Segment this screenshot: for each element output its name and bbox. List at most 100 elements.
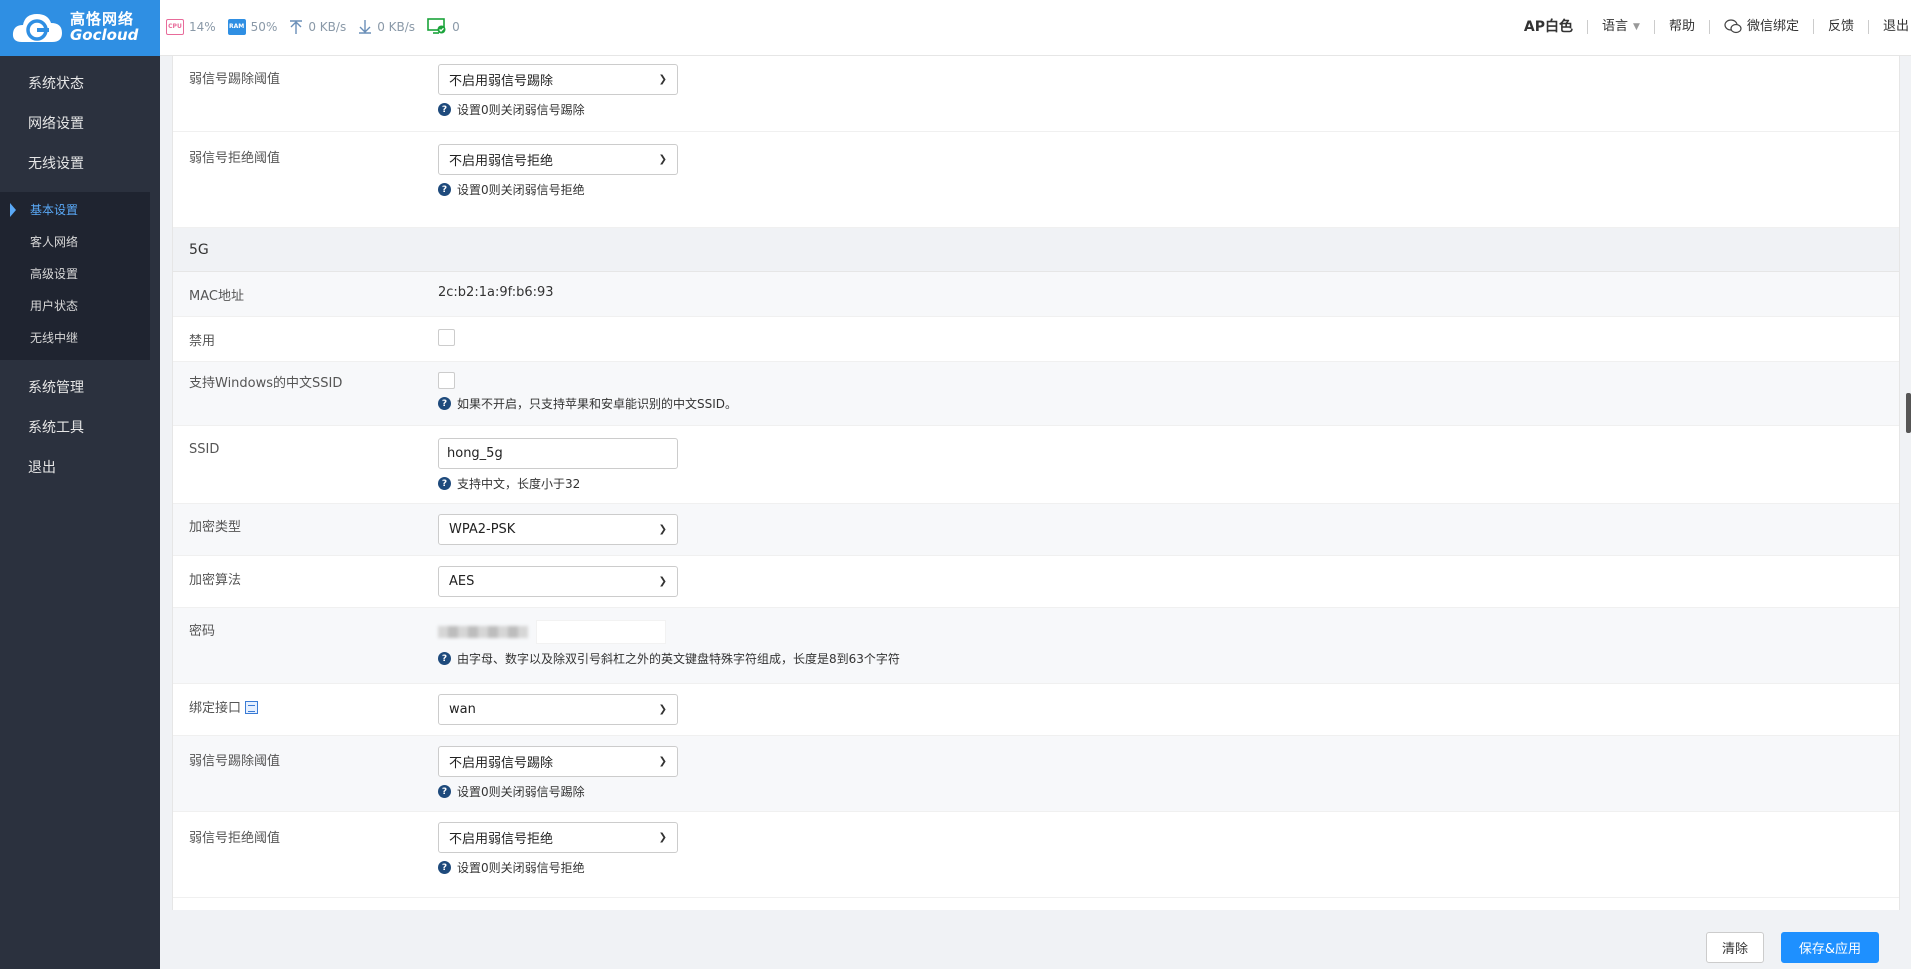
ssid-hint: ? 支持中文，长度小于32 (438, 475, 1899, 492)
reject-threshold-label: 弱信号拒绝阈值 (189, 151, 281, 166)
row-reject-threshold-top: 弱信号拒绝阈值 不启用弱信号拒绝 ❯ ? 设置0则关闭弱信号拒绝 (173, 132, 1899, 228)
brand-logo[interactable]: 高恪网络 Gocloud (0, 0, 160, 56)
row-reject-threshold-5g: 弱信号拒绝阈值 不启用弱信号拒绝 ❯ ? 设置0则关闭弱信号拒绝 (173, 812, 1899, 898)
ram-value: 50% (250, 19, 278, 34)
reject-threshold-5g-hint: ? 设置0则关闭弱信号拒绝 (438, 859, 1899, 876)
wireless-submenu: 基本设置 客人网络 高级设置 用户状态 无线中继 (0, 192, 150, 360)
row-kick-threshold-top: 弱信号踢除阈值 不启用弱信号踢除 ❯ ? 设置0则关闭弱信号踢除 (173, 56, 1899, 132)
chevron-down-icon: ❯ (658, 524, 667, 535)
kick-threshold-label: 弱信号踢除阈值 (189, 72, 281, 87)
kick-threshold-5g-label: 弱信号踢除阈值 (189, 754, 281, 769)
mac-value: 2c:b2:1a:9f:b6:93 (438, 284, 554, 300)
sidebar-subitem-guest-network[interactable]: 客人网络 (0, 226, 150, 258)
system-stats: CPU 14% RAM 50% 0 KB/s 0 KB/s 0 (166, 18, 466, 35)
sidebar-item-system-tools[interactable]: 系统工具 (0, 408, 160, 448)
row-disable: 禁用 (173, 317, 1899, 362)
sidebar-item-system-management[interactable]: 系统管理 (0, 368, 160, 408)
row-kick-threshold-5g: 弱信号踢除阈值 不启用弱信号踢除 ❯ ? 设置0则关闭弱信号踢除 (173, 736, 1899, 812)
reject-threshold-5g-value: 不启用弱信号拒绝 (449, 832, 554, 847)
encryption-type-value: WPA2-PSK (449, 522, 516, 537)
download-value: 0 KB/s (377, 19, 416, 34)
bind-interface-label-wrap: 绑定接口 (173, 697, 438, 716)
ssid-input[interactable]: hong_5g (438, 438, 678, 469)
reject-threshold-hint: ? 设置0则关闭弱信号拒绝 (438, 181, 1899, 198)
reject-threshold-5g-label: 弱信号拒绝阈值 (189, 831, 281, 846)
top-nav: AP白色 语言 ▼ 帮助 微信绑定 反馈 退出 (1510, 19, 1911, 34)
chevron-down-icon: ❯ (658, 576, 667, 587)
brand-en: Gocloud (70, 26, 139, 44)
kick-threshold-5g-value: 不启用弱信号踢除 (449, 756, 554, 771)
language-label: 语言 (1602, 18, 1629, 34)
language-menu[interactable]: 语言 ▼ (1588, 18, 1655, 34)
wechat-bind-link[interactable]: 微信绑定 (1710, 19, 1814, 34)
sidebar-subitem-advanced-settings[interactable]: 高级设置 (0, 258, 150, 290)
scrollbar-thumb[interactable] (1906, 393, 1911, 433)
reject-threshold-select[interactable]: 不启用弱信号拒绝 ❯ (438, 144, 678, 175)
password-hint: ? 由字母、数字以及除双引号斜杠之外的英文键盘特殊字符组成，长度是8到63个字符 (438, 650, 1899, 667)
clear-button[interactable]: 清除 (1706, 932, 1764, 963)
sidebar-subitem-basic-settings[interactable]: 基本设置 (0, 194, 150, 226)
ssid-label: SSID (189, 442, 220, 457)
sidebar: 系统状态 网络设置 无线设置 基本设置 客人网络 高级设置 用户状态 无线中继 … (0, 56, 160, 969)
question-icon: ? (438, 652, 451, 665)
ssid-hint-text: 支持中文，长度小于32 (457, 477, 581, 491)
row-encryption-algorithm: 加密算法 AES ❯ (173, 556, 1899, 608)
kick-threshold-hint: ? 设置0则关闭弱信号踢除 (438, 101, 1899, 118)
section-title-5g: 5G (173, 228, 1899, 272)
question-icon: ? (438, 183, 451, 196)
devices-value: 0 (452, 19, 460, 34)
windows-ssid-hint-text: 如果不开启，只支持苹果和安卓能识别的中文SSID。 (457, 397, 738, 411)
feedback-link[interactable]: 反馈 (1814, 19, 1869, 34)
kick-threshold-5g-select[interactable]: 不启用弱信号踢除 ❯ (438, 746, 678, 777)
disable-checkbox[interactable] (438, 328, 455, 346)
sidebar-subitem-user-status[interactable]: 用户状态 (0, 290, 150, 322)
mac-label: MAC地址 (189, 288, 244, 304)
encryption-algorithm-select[interactable]: AES ❯ (438, 566, 678, 597)
arrow-down-icon (359, 19, 372, 34)
brand-text: 高恪网络 Gocloud (70, 11, 139, 44)
logout-link[interactable]: 退出 (1869, 19, 1911, 34)
caret-down-icon: ▼ (1633, 21, 1640, 32)
bind-interface-select[interactable]: wan ❯ (438, 694, 678, 725)
encryption-algorithm-label: 加密算法 (189, 573, 242, 588)
save-apply-button[interactable]: 保存&应用 (1781, 932, 1879, 963)
row-password: 密码 ? 由字母、数字以及除双引号斜杠之外的英文键盘特殊字符组成，长度是8到63… (173, 608, 1899, 684)
sidebar-subitem-wireless-repeater[interactable]: 无线中继 (0, 322, 150, 354)
row-mac: MAC地址 2c:b2:1a:9f:b6:93 (173, 272, 1899, 317)
upload-value: 0 KB/s (308, 19, 347, 34)
reject-threshold-5g-hint-text: 设置0则关闭弱信号拒绝 (457, 861, 585, 875)
bind-interface-label: 绑定接口 (189, 701, 242, 716)
password-label: 密码 (189, 624, 216, 639)
question-icon: ? (438, 477, 451, 490)
monitor-check-icon (427, 18, 446, 34)
ap-name: AP白色 (1510, 19, 1588, 34)
sidebar-item-network-settings[interactable]: 网络设置 (0, 104, 160, 144)
help-link[interactable]: 帮助 (1655, 19, 1710, 34)
chevron-down-icon: ❯ (658, 756, 667, 767)
row-encryption-type: 加密类型 WPA2-PSK ❯ (173, 504, 1899, 556)
chevron-down-icon: ❯ (658, 74, 667, 85)
encryption-type-select[interactable]: WPA2-PSK ❯ (438, 514, 678, 545)
edit-interface-icon[interactable] (245, 701, 259, 714)
chevron-down-icon: ❯ (658, 704, 667, 715)
password-hint-text: 由字母、数字以及除双引号斜杠之外的英文键盘特殊字符组成，长度是8到63个字符 (457, 652, 900, 666)
reject-threshold-value: 不启用弱信号拒绝 (449, 154, 554, 169)
sidebar-item-logout[interactable]: 退出 (0, 448, 160, 488)
password-input[interactable] (438, 620, 1899, 644)
disable-label: 禁用 (189, 333, 216, 349)
kick-threshold-5g-hint: ? 设置0则关闭弱信号踢除 (438, 783, 1899, 800)
windows-ssid-hint: ? 如果不开启，只支持苹果和安卓能识别的中文SSID。 (438, 395, 1899, 412)
kick-threshold-value: 不启用弱信号踢除 (449, 74, 554, 89)
kick-threshold-select[interactable]: 不启用弱信号踢除 ❯ (438, 64, 678, 95)
reject-threshold-5g-select[interactable]: 不启用弱信号拒绝 ❯ (438, 822, 678, 853)
kick-threshold-hint-text: 设置0则关闭弱信号踢除 (457, 103, 585, 117)
wechat-icon (1724, 19, 1742, 34)
chevron-down-icon: ❯ (658, 154, 667, 165)
encryption-type-label: 加密类型 (189, 520, 242, 535)
chevron-down-icon: ❯ (658, 832, 667, 843)
windows-ssid-checkbox[interactable] (438, 372, 455, 389)
row-windows-ssid: 支持Windows的中文SSID ? 如果不开启，只支持苹果和安卓能识别的中文S… (173, 362, 1899, 426)
sidebar-item-wireless-settings[interactable]: 无线设置 (0, 144, 160, 184)
sidebar-item-system-status[interactable]: 系统状态 (0, 64, 160, 104)
download-stat: 0 KB/s (358, 19, 415, 35)
